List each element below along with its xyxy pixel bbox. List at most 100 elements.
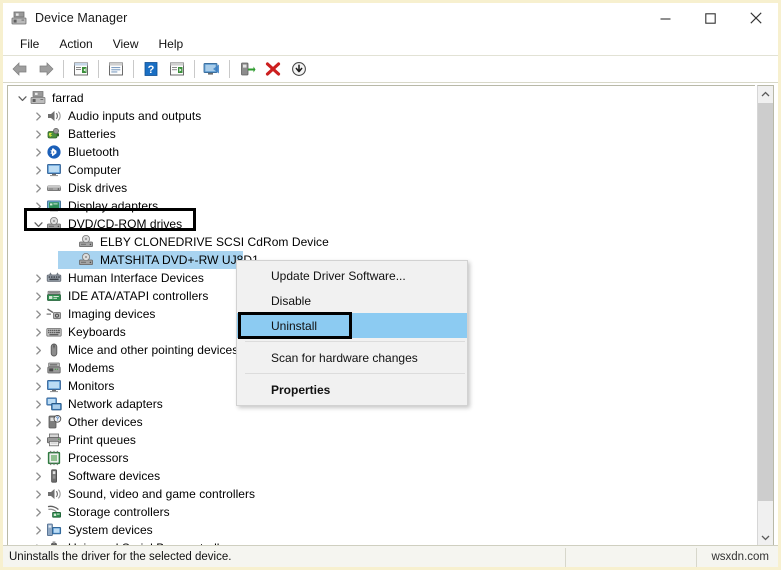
title-bar: Device Manager	[3, 3, 778, 33]
chevron-right-icon[interactable]	[30, 125, 46, 143]
chevron-down-icon[interactable]	[30, 215, 46, 233]
chevron-right-icon[interactable]	[30, 449, 46, 467]
speaker-icon	[46, 108, 64, 124]
watermark-text: wsxdn.com	[711, 550, 769, 563]
menu-help[interactable]: Help	[149, 35, 194, 53]
chevron-right-icon[interactable]	[30, 161, 46, 179]
tree-item[interactable]: Print queues	[8, 431, 755, 449]
scroll-up-arrow-icon[interactable]	[758, 86, 773, 103]
scan-for-hardware-changes-icon[interactable]	[199, 57, 225, 81]
tree-item-label: Disk drives	[68, 181, 128, 195]
ide-controller-icon	[46, 288, 64, 304]
menu-bar: File Action View Help	[3, 33, 778, 55]
help-icon[interactable]: ?	[138, 57, 164, 81]
tree-item-label: Bluetooth	[68, 145, 120, 159]
chevron-right-icon[interactable]	[30, 197, 46, 215]
context-menu-separator-2	[245, 373, 465, 374]
chevron-right-icon[interactable]	[30, 359, 46, 377]
network-adapter-icon	[46, 396, 64, 412]
tree-item-label: Modems	[68, 361, 115, 375]
context-menu-item-disable[interactable]: Disable	[237, 288, 467, 313]
context-menu-item-properties[interactable]: Properties	[237, 377, 467, 402]
context-menu-item-update-driver-software[interactable]: Update Driver Software...	[237, 263, 467, 288]
menu-view[interactable]: View	[103, 35, 149, 53]
tree-item-label: Human Interface Devices	[68, 271, 204, 285]
tree-item[interactable]: Display adapters	[8, 197, 755, 215]
chevron-right-icon[interactable]	[30, 269, 46, 287]
battery-icon	[46, 126, 64, 142]
disk-drive-icon	[46, 180, 64, 196]
context-menu-item-uninstall[interactable]: Uninstall	[237, 313, 467, 338]
tree-item[interactable]: Batteries	[8, 125, 755, 143]
tree-item[interactable]: Bluetooth	[8, 143, 755, 161]
tree-item[interactable]: Disk drives	[8, 179, 755, 197]
back-icon[interactable]	[7, 57, 33, 81]
chevron-right-icon[interactable]	[30, 431, 46, 449]
tree-item-label: DVD/CD-ROM drives	[68, 217, 183, 231]
tree-item-label: Monitors	[68, 379, 115, 393]
show-hide-action-pane-icon[interactable]	[164, 57, 190, 81]
uninstall-device-icon[interactable]	[260, 57, 286, 81]
scroll-down-arrow-icon[interactable]	[758, 529, 773, 546]
chevron-right-icon[interactable]	[30, 323, 46, 341]
chevron-right-icon[interactable]	[30, 485, 46, 503]
tree-item-label: Keyboards	[68, 325, 126, 339]
chevron-down-icon[interactable]	[14, 89, 30, 107]
update-driver-icon[interactable]	[234, 57, 260, 81]
tree-item[interactable]: ? Other devices	[8, 413, 755, 431]
vertical-scrollbar[interactable]	[757, 85, 774, 547]
chevron-right-icon[interactable]	[30, 143, 46, 161]
context-menu-item-scan-for-hardware-changes[interactable]: Scan for hardware changes	[237, 345, 467, 370]
chevron-right-icon[interactable]	[30, 503, 46, 521]
forward-icon[interactable]	[33, 57, 59, 81]
tree-item-label: Print queues	[68, 433, 136, 447]
properties-icon[interactable]	[103, 57, 129, 81]
svg-text:?: ?	[56, 417, 59, 423]
tree-item[interactable]: farrad	[8, 89, 755, 107]
tree-item[interactable]: Processors	[8, 449, 755, 467]
modem-icon	[46, 360, 64, 376]
mouse-icon	[46, 342, 64, 358]
menu-action[interactable]: Action	[49, 35, 102, 53]
chevron-right-icon[interactable]	[30, 395, 46, 413]
tree-item[interactable]: Audio inputs and outputs	[8, 107, 755, 125]
minimize-button[interactable]	[643, 3, 688, 33]
tree-item[interactable]: Software devices	[8, 467, 755, 485]
chevron-right-icon[interactable]	[30, 341, 46, 359]
tree-item[interactable]: DVD/CD-ROM drives	[8, 215, 755, 233]
storage-controller-icon	[46, 504, 64, 520]
toolbar-separator-4	[194, 60, 195, 78]
tree-item[interactable]: Computer	[8, 161, 755, 179]
chevron-right-icon[interactable]	[30, 467, 46, 485]
toolbar-separator-3	[133, 60, 134, 78]
chevron-right-icon[interactable]	[30, 107, 46, 125]
tree-item[interactable]: System devices	[8, 521, 755, 539]
maximize-button[interactable]	[688, 3, 733, 33]
tree-item[interactable]: Sound, video and game controllers	[8, 485, 755, 503]
tree-item[interactable]: ELBY CLONEDRIVE SCSI CdRom Device	[8, 233, 755, 251]
tree-item-label: Audio inputs and outputs	[68, 109, 202, 123]
device-manager-window: Device Manager File Action View Help ? f…	[0, 0, 781, 570]
chevron-right-icon[interactable]	[30, 521, 46, 539]
status-text: Uninstalls the driver for the selected d…	[9, 550, 232, 563]
chevron-right-icon[interactable]	[30, 377, 46, 395]
chevron-right-icon[interactable]	[30, 179, 46, 197]
close-button[interactable]	[733, 3, 778, 33]
system-device-icon	[46, 522, 64, 538]
chevron-right-icon[interactable]	[30, 287, 46, 305]
imaging-device-icon	[46, 306, 64, 322]
device-manager-icon	[11, 10, 27, 26]
chevron-right-icon[interactable]	[30, 305, 46, 323]
disable-device-icon[interactable]	[286, 57, 312, 81]
status-bar: Uninstalls the driver for the selected d…	[3, 545, 778, 567]
tree-item-label: Imaging devices	[68, 307, 156, 321]
tree-item-label: Processors	[68, 451, 129, 465]
scrollbar-thumb[interactable]	[758, 103, 773, 501]
chevron-right-icon[interactable]	[30, 413, 46, 431]
tree-item[interactable]: Storage controllers	[8, 503, 755, 521]
tree-item-label: IDE ATA/ATAPI controllers	[68, 289, 209, 303]
context-menu-separator-1	[245, 341, 465, 342]
show-hide-console-tree-icon[interactable]	[68, 57, 94, 81]
menu-file[interactable]: File	[10, 35, 49, 53]
